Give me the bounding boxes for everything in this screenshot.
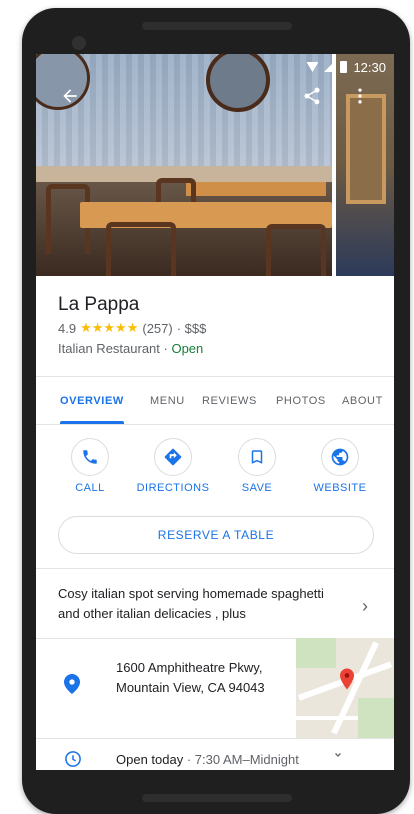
hours-range: · 7:30 AM–Midnight xyxy=(186,752,299,767)
price-level: · $$$ xyxy=(176,320,207,336)
directions-icon xyxy=(164,448,182,466)
place-info: La Pappa 4.9 ★★★★★ (257) · $$$ Italian R… xyxy=(36,276,394,376)
arrow-back-icon xyxy=(63,89,77,103)
share-icon xyxy=(304,87,320,105)
divider xyxy=(36,376,394,377)
address-row[interactable]: 1600 Amphitheatre Pkwy, Mountain View, C… xyxy=(36,638,394,738)
action-buttons: CALL DIRECTIONS SAVE WEBSITE xyxy=(36,438,394,504)
divider xyxy=(36,568,394,569)
address-text: 1600 Amphitheatre Pkwy, Mountain View, C… xyxy=(116,660,265,695)
hours-row[interactable]: Open today · 7:30 AM–Midnight xyxy=(36,744,394,770)
tab-bar: OVERVIEW MENU REVIEWS PHOTOS ABOUT xyxy=(36,378,394,424)
wifi-icon xyxy=(306,62,319,72)
status-bar: 12:30 xyxy=(36,54,394,80)
screen: 12:30 La Pappa 4.9 ★★★★★ (257) · $$$ Ita… xyxy=(36,54,394,770)
earpiece-speaker xyxy=(142,22,292,30)
hero-photos[interactable]: 12:30 xyxy=(36,54,394,276)
more-options-button[interactable] xyxy=(346,82,374,110)
bookmark-icon xyxy=(251,450,263,464)
hours-status: Open today xyxy=(116,752,184,767)
phone-icon xyxy=(83,450,97,464)
directions-label: DIRECTIONS xyxy=(136,482,210,494)
battery-icon xyxy=(340,61,348,73)
map-thumbnail[interactable] xyxy=(296,638,394,738)
place-name: La Pappa xyxy=(58,294,140,315)
globe-icon xyxy=(331,448,349,466)
signal-icon xyxy=(324,62,335,72)
more-vert-icon xyxy=(358,88,362,104)
chevron-down-icon[interactable] xyxy=(332,748,344,764)
category-row: Italian Restaurant · Open xyxy=(58,341,374,356)
hours-text: Open today · 7:30 AM–Midnight xyxy=(116,752,299,767)
reviews-count: (257) xyxy=(142,320,173,336)
clock-icon xyxy=(64,750,82,770)
share-button[interactable] xyxy=(298,82,326,110)
star-rating-icon: ★★★★★ xyxy=(80,320,139,335)
category: Italian Restaurant · xyxy=(58,341,168,356)
rating-value: 4.9 xyxy=(58,320,77,336)
open-status: Open xyxy=(171,341,204,356)
tab-about[interactable]: ABOUT xyxy=(342,378,383,424)
front-camera xyxy=(72,36,86,50)
chevron-right-icon[interactable]: › xyxy=(362,596,368,617)
reserve-table-button[interactable]: RESERVE A TABLE xyxy=(58,516,374,554)
map-pin-icon xyxy=(340,668,354,695)
rating-row[interactable]: 4.9 ★★★★★ (257) · $$$ xyxy=(58,320,374,336)
call-button[interactable]: CALL xyxy=(50,438,130,494)
tab-menu[interactable]: MENU xyxy=(150,378,185,424)
save-button[interactable]: SAVE xyxy=(217,438,297,494)
website-label: WEBSITE xyxy=(313,482,367,494)
divider xyxy=(36,424,394,425)
directions-button[interactable]: DIRECTIONS xyxy=(133,438,213,494)
call-label: CALL xyxy=(75,482,105,494)
bottom-speaker xyxy=(142,794,292,802)
save-label: SAVE xyxy=(241,482,273,494)
back-button[interactable] xyxy=(56,82,84,110)
status-time: 12:30 xyxy=(353,59,386,75)
location-pin-icon xyxy=(64,674,80,699)
divider xyxy=(36,738,394,739)
tab-reviews[interactable]: REVIEWS xyxy=(202,378,257,424)
website-button[interactable]: WEBSITE xyxy=(300,438,380,494)
tab-photos[interactable]: PHOTOS xyxy=(276,378,326,424)
description[interactable]: Cosy italian spot serving homemade spagh… xyxy=(58,584,348,624)
tab-overview[interactable]: OVERVIEW xyxy=(60,378,124,424)
